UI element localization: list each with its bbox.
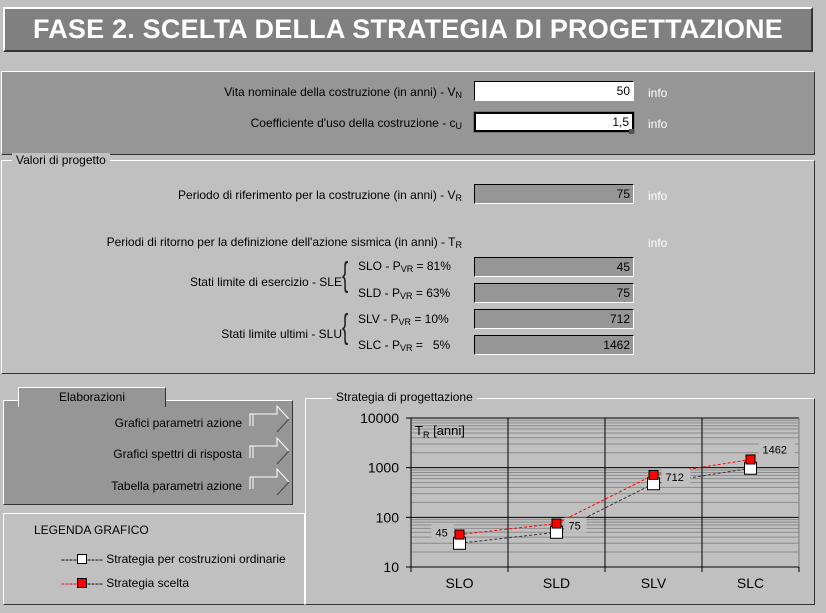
y-tick-label: 1000 [368,460,399,476]
y-tick-label: 100 [376,509,400,525]
y-axis-label: TR [anni] [415,423,465,440]
data-label: 1462 [763,444,787,456]
data-label: 712 [666,472,684,484]
data-label: 75 [569,521,581,533]
x-tick-label: SLD [543,575,570,591]
strategy-chart: 10 100 1000 10000 SLO SLD SLV SLC TR [anni] 45 75 7… [360,410,800,591]
x-tick-label: SLO [445,575,473,591]
series-scelta-marker [745,454,756,465]
x-tick-label: SLC [737,575,764,591]
y-tick-label: 10 [383,559,399,575]
x-tick-label: SLV [641,575,667,591]
data-label: 45 [436,528,448,540]
y-tick-label: 10000 [360,410,399,426]
series-scelta-marker [648,469,659,480]
series-scelta-marker [551,518,562,529]
series-scelta-marker [454,529,465,540]
